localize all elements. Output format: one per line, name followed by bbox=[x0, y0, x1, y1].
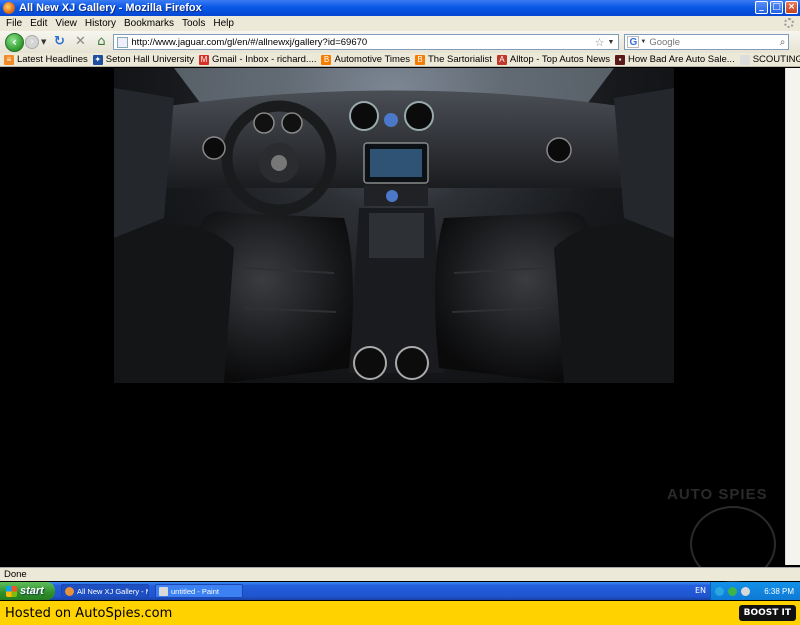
bookmark-item[interactable]: B Automotive Times bbox=[321, 54, 410, 65]
navigation-toolbar: ‹ › ▼ ↻ ✕ ⌂ http://www.jaguar.com/gl/en/… bbox=[0, 31, 800, 53]
bookmark-item[interactable]: ▪ How Bad Are Auto Sale... bbox=[615, 54, 735, 65]
url-bar[interactable]: http://www.jaguar.com/gl/en/#/allnewxj/g… bbox=[113, 34, 620, 50]
windows-taskbar: start All New XJ Gallery - M... untitled… bbox=[0, 582, 800, 600]
rss-icon: ≡ bbox=[4, 54, 14, 65]
search-input[interactable] bbox=[649, 36, 780, 48]
bookmark-item[interactable]: A Alltop - Top Autos News bbox=[496, 54, 611, 65]
blogger-icon: B bbox=[414, 54, 425, 65]
menu-edit[interactable]: Edit bbox=[30, 18, 47, 29]
search-engine-dropdown-icon[interactable]: ▼ bbox=[640, 39, 646, 45]
menu-tools[interactable]: Tools bbox=[182, 18, 205, 29]
throbber-icon bbox=[784, 18, 794, 28]
menu-bar: File Edit View History Bookmarks Tools H… bbox=[0, 16, 800, 31]
window-title-bar[interactable]: All New XJ Gallery - Mozilla Firefox _ □… bbox=[0, 0, 800, 16]
arrow-right-icon: › bbox=[30, 37, 34, 47]
start-label: start bbox=[20, 585, 44, 597]
back-button[interactable]: ‹ bbox=[5, 32, 24, 52]
autospies-watermark: AUTO SPIES bbox=[667, 486, 768, 503]
bookmark-item[interactable]: M Gmail - Inbox - richard.... bbox=[198, 54, 317, 65]
security-icon[interactable] bbox=[728, 586, 737, 596]
system-tray: 6:38 PM bbox=[710, 582, 800, 600]
screen: All New XJ Gallery - Mozilla Firefox _ □… bbox=[0, 0, 800, 625]
jaguar-interior-photo[interactable] bbox=[114, 68, 674, 383]
clock[interactable]: 6:38 PM bbox=[764, 587, 794, 596]
bookmark-item[interactable]: B The Sartorialist bbox=[414, 54, 492, 65]
close-button[interactable]: × bbox=[785, 1, 798, 14]
seton-hall-icon: ✦ bbox=[92, 54, 103, 65]
page-icon bbox=[739, 54, 750, 65]
bookmarks-toolbar: ≡ Latest Headlines ✦ Seton Hall University M… bbox=[0, 53, 800, 67]
boost-it-button[interactable]: BOOST IT bbox=[738, 605, 796, 621]
hosted-banner: Hosted on AutoSpies.com BOOST IT bbox=[0, 601, 800, 625]
page-icon bbox=[117, 36, 129, 48]
bookmark-label: Latest Headlines bbox=[17, 54, 88, 65]
bookmark-item[interactable]: ✦ Seton Hall University bbox=[92, 54, 194, 65]
firefox-icon bbox=[65, 586, 74, 596]
paint-icon bbox=[159, 586, 168, 596]
arrow-left-icon: ‹ bbox=[12, 34, 17, 49]
status-text: Done bbox=[4, 569, 27, 580]
gmail-icon: M bbox=[198, 54, 209, 65]
search-box[interactable]: G ▼ ⌕ bbox=[624, 34, 790, 50]
hosted-text[interactable]: Hosted on AutoSpies.com bbox=[5, 606, 172, 621]
bookmark-label: Alltop - Top Autos News bbox=[509, 54, 611, 65]
language-indicator[interactable]: EN bbox=[695, 582, 706, 600]
url-text[interactable]: http://www.jaguar.com/gl/en/#/allnewxj/g… bbox=[131, 37, 594, 48]
volume-icon[interactable] bbox=[741, 586, 750, 596]
bookmark-item[interactable]: SCOUTING NY - www.s... bbox=[739, 54, 800, 65]
reload-icon[interactable]: ↻ bbox=[51, 34, 67, 50]
taskbar-item-label: All New XJ Gallery - M... bbox=[77, 586, 148, 596]
firefox-icon bbox=[3, 2, 15, 14]
bookmark-star-icon[interactable]: ☆ bbox=[595, 36, 605, 49]
interior-illustration bbox=[114, 68, 674, 383]
url-dropdown-icon[interactable]: ▼ bbox=[607, 39, 614, 46]
page-dark-icon: ▪ bbox=[615, 54, 626, 65]
google-icon[interactable]: G bbox=[627, 36, 640, 48]
window-controls: _ □ × bbox=[755, 1, 798, 14]
status-bar: Done bbox=[0, 567, 800, 581]
bookmark-label: How Bad Are Auto Sale... bbox=[628, 54, 735, 65]
bookmark-item[interactable]: ≡ Latest Headlines bbox=[4, 54, 88, 65]
bookmark-label: Gmail - Inbox - richard.... bbox=[211, 54, 317, 65]
search-icon[interactable]: ⌕ bbox=[780, 37, 786, 48]
menu-bookmarks[interactable]: Bookmarks bbox=[124, 18, 174, 29]
window-title: All New XJ Gallery - Mozilla Firefox bbox=[19, 2, 202, 14]
taskbar-item-label: untitled - Paint bbox=[171, 586, 219, 596]
vertical-scrollbar[interactable] bbox=[785, 68, 800, 565]
menu-history[interactable]: History bbox=[85, 18, 116, 29]
forward-button[interactable]: › bbox=[25, 35, 39, 49]
stop-icon[interactable]: ✕ bbox=[72, 34, 88, 50]
bookmark-label: Seton Hall University bbox=[105, 54, 194, 65]
home-icon[interactable]: ⌂ bbox=[93, 34, 109, 50]
windows-logo-icon bbox=[6, 585, 17, 597]
maximize-button[interactable]: □ bbox=[770, 1, 783, 14]
taskbar-item-paint[interactable]: untitled - Paint bbox=[155, 584, 243, 598]
start-button[interactable]: start bbox=[0, 582, 55, 600]
network-icon[interactable] bbox=[715, 586, 724, 596]
menu-help[interactable]: Help bbox=[213, 18, 234, 29]
taskbar-item-firefox[interactable]: All New XJ Gallery - M... bbox=[61, 584, 149, 598]
history-dropdown-icon[interactable]: ▼ bbox=[41, 38, 46, 46]
minimize-button[interactable]: _ bbox=[755, 1, 768, 14]
blogger-icon: B bbox=[321, 54, 332, 65]
bookmark-label: The Sartorialist bbox=[427, 54, 492, 65]
alltop-icon: A bbox=[496, 54, 507, 65]
menu-view[interactable]: View bbox=[55, 18, 77, 29]
menu-file[interactable]: File bbox=[6, 18, 22, 29]
bookmark-label: Automotive Times bbox=[334, 54, 410, 65]
bookmark-label: SCOUTING NY - www.s... bbox=[752, 54, 800, 65]
